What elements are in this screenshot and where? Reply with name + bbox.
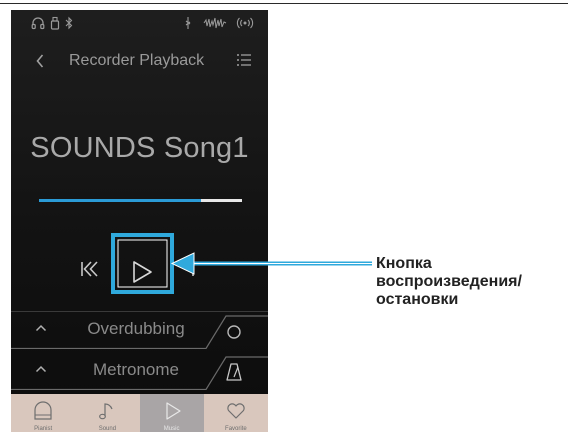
callout-line: остановки [376,291,459,308]
callout-arrowhead [170,252,195,275]
callout-overlay [111,233,372,294]
callout-line: Кнопка [376,255,432,272]
callout-highlight-inner [117,239,168,288]
callout-line: воспроизведения/ [376,273,522,290]
callout-highlight-box [111,233,174,294]
callout-label: Кнопка воспроизведения/ остановки [376,255,566,309]
